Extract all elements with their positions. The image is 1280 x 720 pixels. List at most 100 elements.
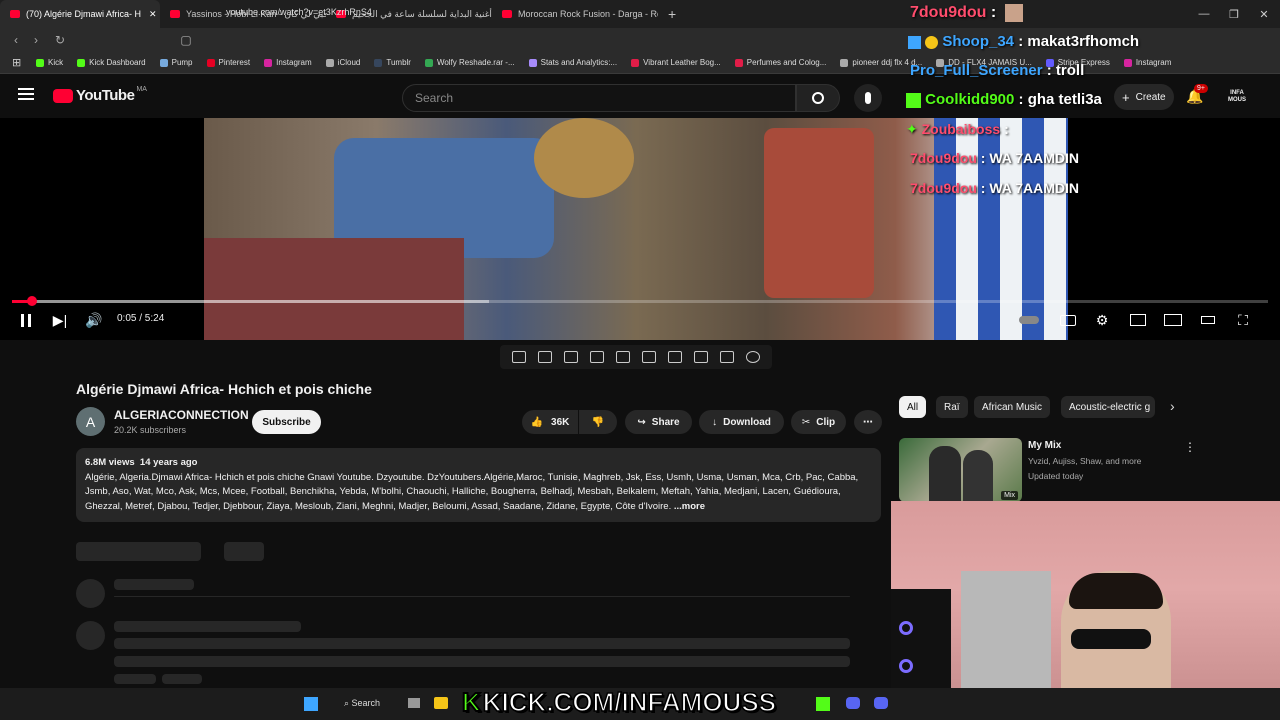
windows-start-icon[interactable]: [304, 697, 318, 711]
bookmark-item[interactable]: Wolfy Reshade.rar -...: [424, 58, 515, 67]
thumbs-up-icon: 👍: [530, 416, 544, 428]
kick-app-icon[interactable]: [816, 697, 830, 711]
download-button[interactable]: ↓ Download: [699, 410, 784, 434]
bookmark-item[interactable]: Vibrant Leather Bog...: [631, 58, 721, 67]
channel-avatar[interactable]: A: [76, 407, 105, 436]
share-button[interactable]: ↪ Share: [625, 410, 692, 434]
volume-button[interactable]: 🔊: [84, 310, 104, 330]
camera-icon[interactable]: [720, 351, 734, 363]
cinema-button[interactable]: [1198, 310, 1218, 330]
settings-button[interactable]: ⚙: [1092, 310, 1112, 330]
miniplayer-button[interactable]: [1128, 310, 1148, 330]
bookmark-item[interactable]: iCloud: [325, 58, 360, 67]
dislike-button[interactable]: 👎: [579, 410, 617, 434]
close-icon[interactable]: ✕: [149, 9, 157, 20]
theater-button[interactable]: [1163, 310, 1183, 330]
discord-icon[interactable]: [874, 697, 888, 709]
youtube-icon: [10, 10, 20, 18]
bookmark-item[interactable]: Kick: [36, 58, 63, 67]
captions-button[interactable]: [1058, 310, 1078, 330]
bookmark-item[interactable]: Pump: [159, 58, 193, 67]
drive-icon: [424, 58, 433, 67]
next-button[interactable]: ▶|: [50, 310, 70, 330]
extension-toolbar: [500, 345, 772, 369]
notifications-button[interactable]: 🔔 9+: [1186, 84, 1208, 105]
loop-icon[interactable]: [512, 351, 526, 363]
bookmark-item[interactable]: Stats and Analytics:...: [528, 58, 617, 67]
mic-button[interactable]: [854, 84, 882, 112]
progress-buffered: [12, 300, 490, 303]
minimize-button[interactable]: —: [1188, 0, 1220, 28]
chat-badge-icon: ✦: [906, 121, 918, 137]
frame-icon[interactable]: [642, 351, 656, 363]
bookmark-item[interactable]: Instagram: [264, 58, 312, 67]
chip-african-music[interactable]: African Music: [974, 396, 1051, 418]
search-button[interactable]: [796, 84, 840, 112]
youtube-logo[interactable]: YouTube MA: [53, 86, 147, 104]
mix-menu-icon[interactable]: ⋮: [1184, 440, 1196, 454]
gear-icon[interactable]: [746, 351, 760, 363]
tab-video[interactable]: (70) Algérie Djmawi Africa- H ✕: [0, 0, 160, 28]
chip-acoustic[interactable]: Acoustic-electric g: [1061, 396, 1155, 418]
bookmark-icon[interactable]: ▢: [176, 30, 196, 50]
chevron-right-icon[interactable]: ›: [1170, 398, 1175, 414]
account-avatar[interactable]: INFA MOUS: [1226, 90, 1248, 104]
fullscreen-button[interactable]: ⛶: [1233, 310, 1253, 330]
skeleton-avatar: [76, 579, 105, 608]
mix-title[interactable]: My Mix: [1028, 440, 1061, 451]
clip-button[interactable]: ✂ Clip: [791, 410, 846, 434]
back-button[interactable]: ‹: [6, 30, 26, 50]
discord-icon[interactable]: [846, 697, 860, 709]
chat-avatar: [1004, 4, 1023, 22]
video-player[interactable]: ▶| 🔊 0:05 / 5:24 ⚙ ⛶: [0, 118, 1280, 340]
mix-updated: Updated today: [1028, 471, 1084, 481]
speed-icon[interactable]: [668, 351, 682, 363]
chip-all[interactable]: All: [899, 396, 927, 418]
kick-banner: K KICK.COM/INFAMOUSS: [461, 686, 777, 718]
apps-icon[interactable]: ⊞: [12, 56, 21, 69]
search-input[interactable]: Search: [402, 84, 796, 112]
aspect-icon[interactable]: [616, 351, 630, 363]
rectangle-icon: [1201, 316, 1215, 324]
add-icon[interactable]: [694, 351, 708, 363]
taskbar-search[interactable]: ⌕ Search: [344, 698, 380, 709]
close-window-button[interactable]: ✕: [1248, 0, 1280, 28]
folder-icon[interactable]: [434, 697, 448, 709]
bookmark-item[interactable]: Pinterest: [206, 58, 250, 67]
chip-rai[interactable]: Raï: [936, 396, 968, 418]
bookmark-item[interactable]: Instagram: [1123, 58, 1171, 67]
thumbs-down-icon: 👎: [591, 416, 605, 428]
audio-icon[interactable]: [538, 351, 552, 363]
scissors-icon: ✂: [801, 416, 811, 428]
restore-button[interactable]: ❐: [1218, 0, 1250, 28]
more-actions-button[interactable]: ⋯: [854, 410, 882, 434]
more-link[interactable]: ...more: [674, 501, 705, 512]
reload-icon[interactable]: ↻: [50, 30, 70, 50]
pause-button[interactable]: [16, 310, 36, 330]
skeleton-line: [114, 621, 301, 632]
bookmark-item[interactable]: Tumblr: [374, 58, 411, 67]
forward-button[interactable]: ›: [26, 30, 46, 50]
shop-icon: [631, 58, 640, 67]
bookmark-item[interactable]: Kick Dashboard: [77, 58, 146, 67]
theater-icon: [1164, 314, 1182, 326]
mix-thumbnail[interactable]: Mix: [899, 438, 1022, 502]
create-button[interactable]: + Create: [1114, 84, 1174, 110]
eye-icon[interactable]: [564, 351, 578, 363]
bookmark-item[interactable]: Perfumes and Colog...: [734, 58, 826, 67]
channel-name[interactable]: ALGERIACONNECTION: [114, 408, 249, 422]
taskview-icon[interactable]: [408, 698, 420, 708]
scrubber-handle[interactable]: [27, 296, 38, 306]
url-field[interactable]: youtube.com/watch?v=et3KzrhRnS4: [200, 3, 850, 21]
film-icon[interactable]: [590, 351, 604, 363]
pump-icon: [159, 58, 168, 67]
like-button[interactable]: 👍 36K: [522, 410, 578, 434]
kick-icon: [36, 58, 44, 67]
menu-icon[interactable]: [18, 88, 34, 100]
chat-message: Coolkidd900 : gha tetli3a: [906, 91, 1102, 108]
chat-message: 7dou9dou :: [910, 4, 1023, 22]
description-box[interactable]: 6.8M views 14 years ago Algérie, Algeria…: [76, 448, 881, 522]
play-logo-icon: [53, 88, 73, 103]
autoplay-toggle[interactable]: [1018, 310, 1040, 330]
subscribe-button[interactable]: Subscribe: [252, 410, 321, 434]
